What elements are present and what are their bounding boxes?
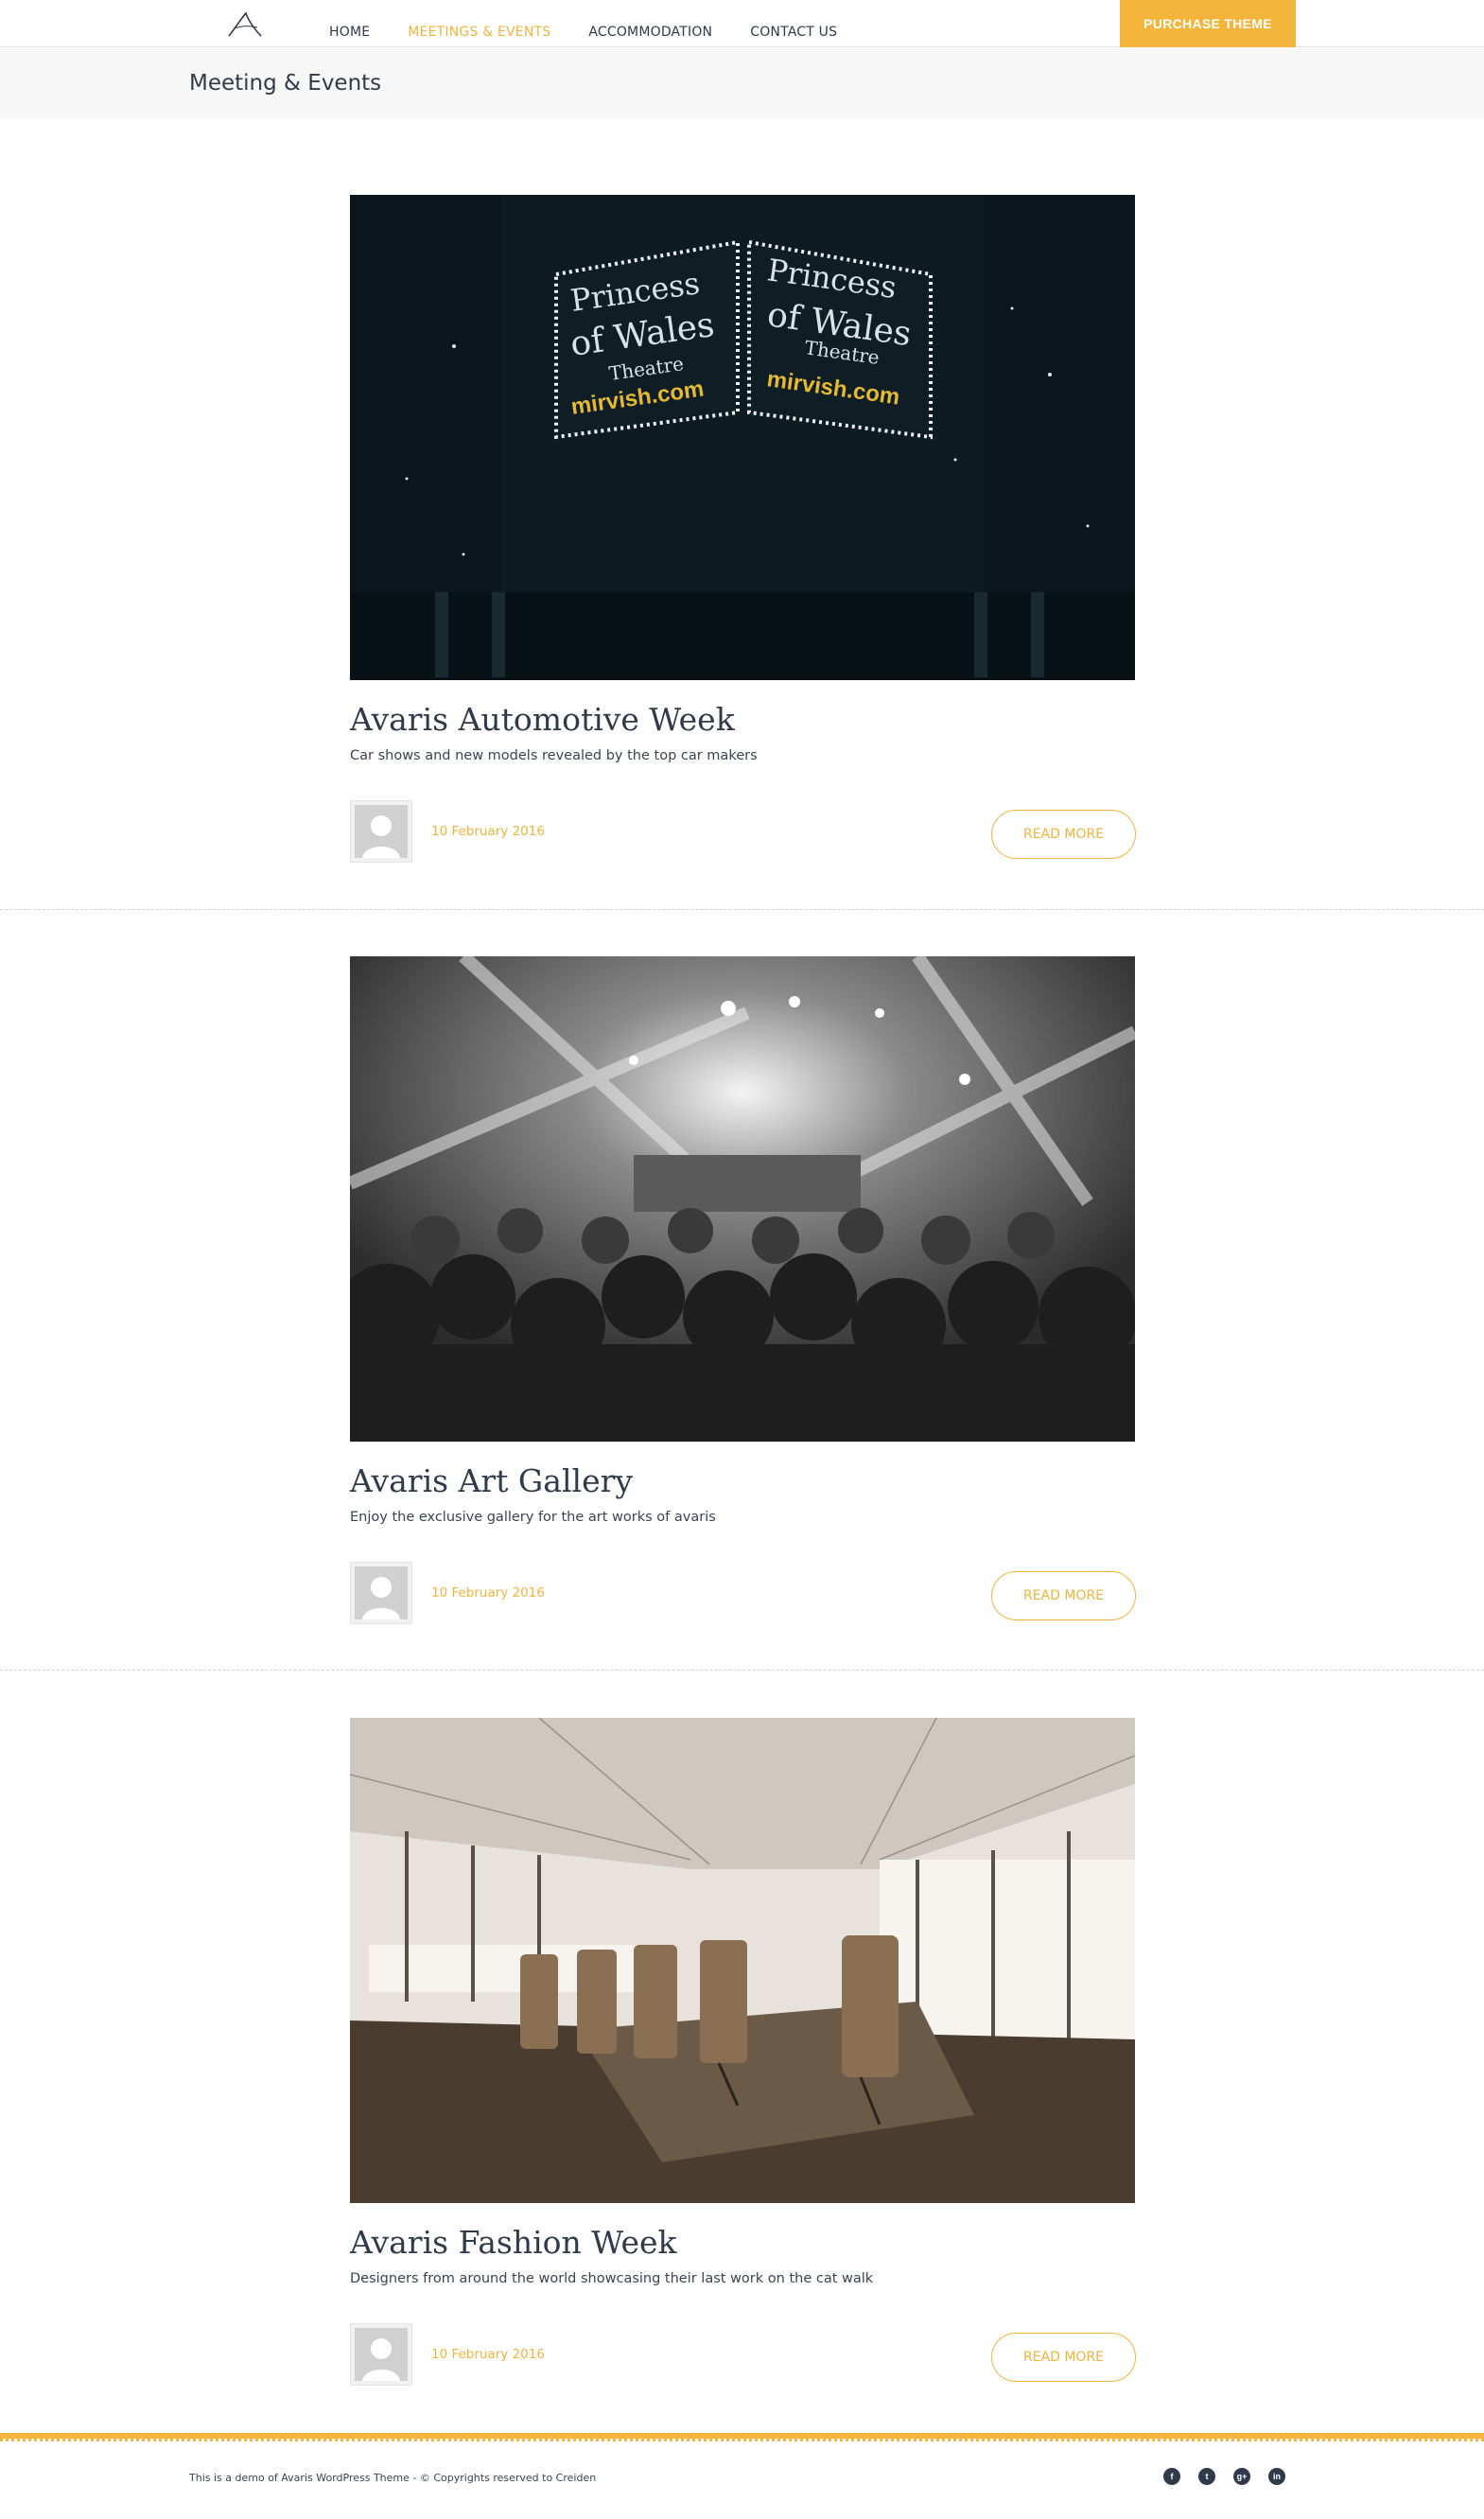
- google-plus-icon[interactable]: g+: [1233, 2468, 1250, 2485]
- post-card: Avaris Art Gallery Enjoy the exclusive g…: [350, 956, 1136, 1637]
- post-divider: [0, 909, 1484, 910]
- user-placeholder-icon: [362, 2338, 400, 2381]
- user-placeholder-icon: [362, 815, 400, 858]
- post-description: Designers from around the world showcasi…: [350, 2271, 874, 2286]
- post-image-theatre[interactable]: Princess of Wales Theatre mirvish.com Pr…: [350, 195, 1135, 680]
- post-image-conference-room[interactable]: [350, 1718, 1135, 2203]
- post-description: Car shows and new models revealed by the…: [350, 748, 758, 763]
- nav-item-contact-us[interactable]: CONTACT US: [750, 0, 837, 47]
- post-card: Avaris Fashion Week Designers from aroun…: [350, 1718, 1136, 2399]
- page-title: Meeting & Events: [189, 71, 382, 96]
- author-avatar: [350, 800, 412, 863]
- post-image-concert[interactable]: [350, 956, 1135, 1442]
- post-date: 10 February 2016: [431, 824, 545, 839]
- twitter-icon[interactable]: t: [1198, 2468, 1215, 2485]
- post-title[interactable]: Avaris Art Gallery: [350, 1462, 633, 1499]
- nav-item-accommodation[interactable]: ACCOMMODATION: [588, 0, 712, 47]
- read-more-button[interactable]: READ MORE: [991, 1571, 1136, 1620]
- author-avatar: [350, 2323, 412, 2386]
- author-avatar: [350, 1562, 412, 1624]
- post-date: 10 February 2016: [431, 2347, 545, 2362]
- post-card: Princess of Wales Theatre mirvish.com Pr…: [350, 195, 1136, 876]
- post-title[interactable]: Avaris Fashion Week: [350, 2224, 677, 2261]
- page-title-band: Meeting & Events: [0, 48, 1484, 118]
- purchase-theme-button[interactable]: PURCHASE THEME: [1120, 0, 1296, 47]
- read-more-button[interactable]: READ MORE: [991, 810, 1136, 859]
- logo-icon[interactable]: [225, 8, 265, 40]
- post-divider: [0, 1670, 1484, 1671]
- user-placeholder-icon: [362, 1577, 400, 1619]
- facebook-icon[interactable]: f: [1163, 2468, 1180, 2485]
- post-date: 10 February 2016: [431, 1585, 545, 1601]
- post-description: Enjoy the exclusive gallery for the art …: [350, 1510, 716, 1525]
- post-title[interactable]: Avaris Automotive Week: [350, 701, 735, 738]
- main-nav: HOME MEETINGS & EVENTS ACCOMMODATION CON…: [329, 0, 875, 59]
- read-more-button[interactable]: READ MORE: [991, 2333, 1136, 2382]
- social-links: f t g+ in: [1163, 2468, 1303, 2485]
- footer-accent-bar: [0, 2433, 1484, 2441]
- nav-item-home[interactable]: HOME: [329, 0, 370, 47]
- copyright-text: This is a demo of Avaris WordPress Theme…: [189, 2472, 597, 2484]
- nav-item-meetings-events[interactable]: MEETINGS & EVENTS: [408, 0, 551, 59]
- site-footer: This is a demo of Avaris WordPress Theme…: [0, 2441, 1484, 2519]
- linkedin-icon[interactable]: in: [1268, 2468, 1285, 2485]
- site-header: HOME MEETINGS & EVENTS ACCOMMODATION CON…: [0, 0, 1484, 59]
